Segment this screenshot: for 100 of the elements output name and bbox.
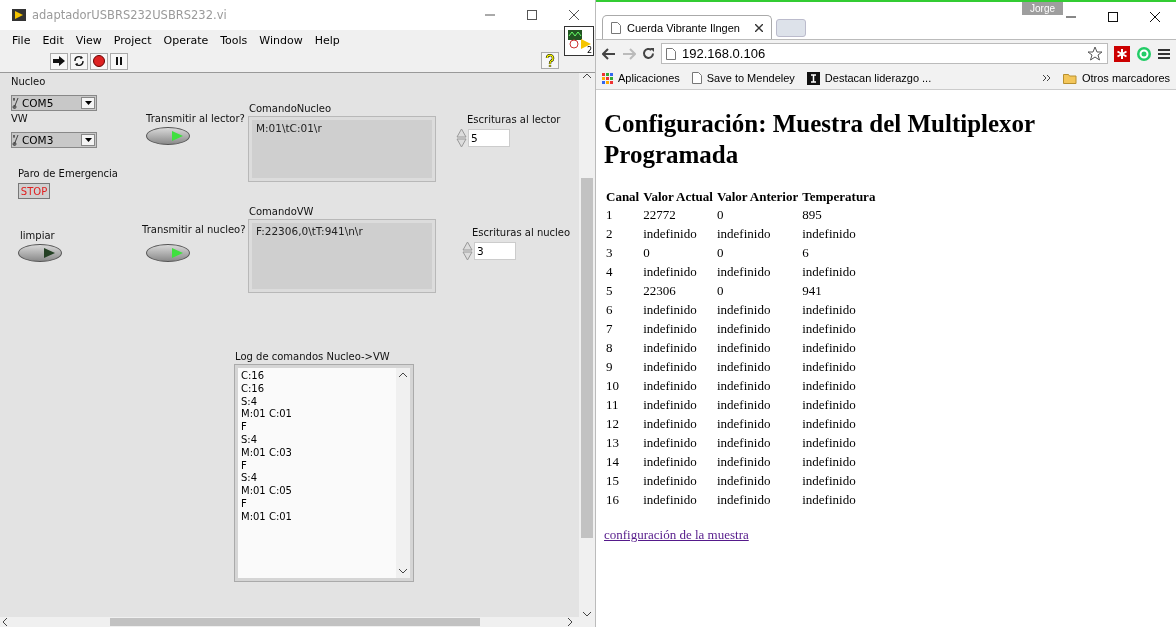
menu-item[interactable]: Project	[107, 33, 158, 47]
table-cell-text: indefinido	[715, 396, 772, 414]
log-line: F	[241, 459, 248, 473]
port-dropdown[interactable]: COM3	[11, 132, 97, 148]
table-cell-text: indefinido	[642, 453, 698, 471]
port-dropdown[interactable]: COM5	[11, 95, 97, 111]
control-label: Nucleo	[11, 76, 46, 87]
page-icon	[691, 72, 702, 84]
back-icon[interactable]	[602, 47, 616, 60]
page-heading: Configuración: Muestra del Multiplexor Programada	[604, 109, 1036, 170]
toggle-button[interactable]	[146, 127, 190, 145]
table-cell-text: indefinido	[715, 377, 772, 395]
maximize-icon[interactable]	[1108, 12, 1118, 22]
menu-item[interactable]: File	[6, 33, 37, 47]
abort-icon[interactable]	[90, 52, 108, 70]
menu-item[interactable]: Window	[253, 33, 309, 47]
table-cell-text: indefinido	[801, 301, 857, 319]
bookmark-link[interactable]: Destacan liderazgo ...	[806, 71, 932, 85]
control-label: limpiar	[20, 230, 55, 241]
table-cell-text: 2	[605, 225, 614, 243]
close-icon[interactable]	[569, 10, 579, 20]
table-cell-text: indefinido	[642, 472, 698, 490]
control-label: VW	[11, 113, 28, 124]
numeric-field[interactable]: 3	[474, 242, 516, 260]
log-line: M:01 C:05	[241, 485, 293, 498]
scroll-down-icon[interactable]	[583, 612, 591, 617]
settings-link[interactable]: configuración de la muestra	[604, 527, 749, 543]
menu-item[interactable]: Operate	[157, 33, 215, 47]
table-cell-text: indefinido	[801, 472, 857, 490]
table-cell-text: 16	[605, 491, 620, 509]
table-cell-text: indefinido	[715, 491, 772, 509]
help-icon[interactable]	[541, 52, 559, 69]
reload-icon[interactable]	[642, 47, 655, 60]
toggle-button[interactable]	[146, 244, 190, 262]
menu-item[interactable]: Help	[308, 33, 346, 47]
apps-grid-icon	[602, 72, 613, 84]
table-cell-text: indefinido	[715, 225, 772, 243]
maximize-icon[interactable]	[527, 10, 537, 20]
scroll-left-icon[interactable]	[0, 618, 10, 626]
log-line: C:16	[241, 382, 266, 396]
table-cell-text: indefinido	[642, 225, 698, 243]
table-cell-text: indefinido	[801, 377, 857, 395]
table-cell-text: 9	[605, 358, 614, 376]
control-label: Escrituras al nucleo	[472, 227, 571, 238]
table-cell-text: indefinido	[642, 320, 698, 338]
address-bar[interactable]: 192.168.0.106	[661, 43, 1108, 64]
chevrons-icon[interactable]	[1041, 74, 1051, 82]
column-header: Valor Anterior	[715, 188, 800, 205]
table-cell-text: indefinido	[801, 225, 857, 243]
page-icon	[611, 21, 621, 34]
dropdown-arrow-icon	[84, 138, 92, 142]
run-icon[interactable]	[50, 52, 68, 70]
scroll-up-icon[interactable]	[399, 372, 407, 377]
table-cell-text: 0	[715, 244, 725, 262]
close-icon[interactable]	[1150, 12, 1160, 22]
menu-item[interactable]: Tools	[214, 33, 254, 47]
control-label: Transmitir al nucleo?	[142, 224, 246, 235]
control-label: ComandoNucleo	[249, 103, 332, 114]
log-line: F	[241, 497, 248, 511]
scrollbar-thumb[interactable]	[581, 178, 593, 538]
run-continuously-icon[interactable]	[70, 52, 88, 70]
table-cell-text: indefinido	[715, 358, 772, 376]
bookmark-folder[interactable]: Otros marcadores	[1062, 72, 1170, 84]
asterisk-icon[interactable]	[1114, 45, 1130, 62]
app-icon	[12, 9, 26, 21]
table-cell-text: indefinido	[715, 339, 772, 357]
star-icon[interactable]	[1087, 46, 1103, 61]
table-cell-text: 15	[605, 472, 620, 490]
bookmark-link[interactable]: Save to Mendeley	[691, 72, 795, 84]
table-cell-text: 22306	[642, 282, 677, 300]
control-label: Escrituras al lector	[467, 114, 561, 125]
table-cell-text: indefinido	[715, 453, 772, 471]
close-icon[interactable]	[755, 23, 763, 32]
scroll-down-icon[interactable]	[399, 569, 407, 574]
table-cell-text: 895	[801, 206, 823, 224]
menu-icon[interactable]	[1158, 47, 1170, 60]
column-header: Canal	[605, 188, 641, 205]
table-cell-text: indefinido	[801, 396, 857, 414]
menu-item[interactable]: View	[69, 33, 108, 47]
log-listbox[interactable]: C:16 C:16 S:4 M:01 C:01 F S:4 M:01 C:03 F S:4 M:01 C:05 F M:01 C:01	[235, 365, 413, 581]
menu-item[interactable]: Edit	[36, 33, 70, 47]
table-cell-text: indefinido	[715, 472, 772, 490]
table-cell-text: indefinido	[801, 415, 857, 433]
scroll-right-icon[interactable]	[565, 618, 575, 626]
numeric-field[interactable]: 5	[468, 129, 510, 147]
table-cell-text: 941	[801, 282, 823, 300]
table-cell-text: 14	[605, 453, 620, 471]
scroll-up-icon[interactable]	[583, 73, 591, 78]
table-cell-text: 6	[801, 244, 810, 262]
bookmark-link[interactable]: Aplicaciones	[602, 72, 680, 84]
log-line: M:01 C:01	[241, 510, 293, 524]
browser-tab[interactable]: Cuerda Vibrante Ilngen	[602, 15, 772, 39]
scrollbar-thumb[interactable]	[110, 618, 480, 626]
table-cell-text: indefinido	[642, 339, 698, 357]
pause-icon[interactable]	[110, 52, 128, 70]
table-cell-text: 3	[605, 244, 614, 262]
control-label: Paro de Emergencia	[18, 168, 118, 179]
column-header: Valor Actual	[642, 188, 714, 205]
table-cell-text: indefinido	[642, 434, 698, 452]
toggle-button[interactable]	[18, 244, 62, 262]
